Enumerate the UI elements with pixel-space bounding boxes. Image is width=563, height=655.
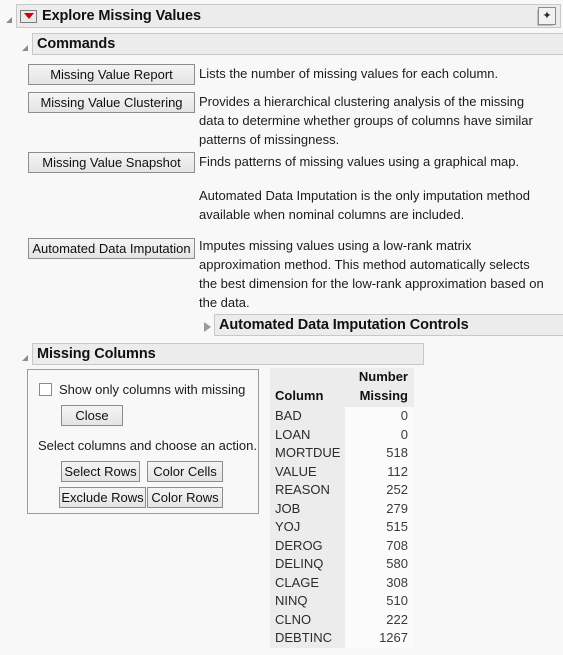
color-cells-button[interactable]: Color Cells [147,461,223,482]
triangle-closed-icon [203,321,211,332]
red-triangle-glyph [23,13,34,19]
cell-number-missing[interactable]: 515 [345,518,414,537]
missing-value-report-button[interactable]: Missing Value Report [28,64,195,85]
number-missing-line1: Number [358,369,408,384]
missing-value-report-description: Lists the number of missing values for e… [199,66,499,81]
action-hint-text: Select columns and choose an action. [38,438,257,453]
show-only-missing-checkbox[interactable] [39,383,52,396]
table-row[interactable]: REASON 252 [270,481,414,500]
cell-number-missing[interactable]: 518 [345,444,414,463]
red-triangle-menu-icon[interactable] [20,9,37,23]
cell-number-missing[interactable]: 708 [345,536,414,555]
cell-number-missing[interactable]: 1267 [345,629,414,648]
cell-number-missing[interactable]: 510 [345,592,414,611]
table-body: BAD 0 LOAN 0 MORTDUE 518 VALUE 112 REASON 252 JOB 2… [270,407,414,648]
cell-column-name[interactable]: YOJ [270,518,346,537]
missing-value-snapshot-button[interactable]: Missing Value Snapshot [28,152,195,173]
missing-columns-control-panel: Show only columns with missing Close Sel… [27,369,259,514]
cell-column-name[interactable]: VALUE [270,462,346,481]
table-row[interactable]: BAD 0 [270,407,414,426]
cell-column-name[interactable]: CLNO [270,610,346,629]
table-row[interactable]: CLNO 222 [270,610,414,629]
missing-value-clustering-button[interactable]: Missing Value Clustering [28,92,195,113]
automated-data-imputation-description: Imputes missing values using a low-rank … [199,238,544,310]
window-disclosure-triangle[interactable] [2,9,16,24]
window-title-row: Explore Missing Values ✦ [2,4,561,28]
column-header-column[interactable]: Column [270,368,346,407]
table-row[interactable]: DEROG 708 [270,536,414,555]
cell-number-missing[interactable]: 279 [345,499,414,518]
adi-controls-section-bar[interactable]: Automated Data Imputation Controls [214,314,563,336]
cell-column-name[interactable]: MORTDUE [270,444,346,463]
table-header-row: Column Number Missing [270,368,414,407]
table-row[interactable]: JOB 279 [270,499,414,518]
cell-column-name[interactable]: LOAN [270,425,346,444]
table-row[interactable]: LOAN 0 [270,425,414,444]
column-header-number-missing[interactable]: Number Missing [345,368,414,407]
table-row[interactable]: DEBTINC 1267 [270,629,414,648]
table-row[interactable]: VALUE 112 [270,462,414,481]
missing-columns-section-title: Missing Columns [37,346,156,362]
missing-columns-section-bar: Missing Columns [32,343,424,365]
cell-column-name[interactable]: JOB [270,499,346,518]
table-row[interactable]: NINQ 510 [270,592,414,611]
adi-controls-disclosure-triangle[interactable] [200,318,214,333]
select-rows-button[interactable]: Select Rows [61,461,140,482]
cell-column-name[interactable]: DEBTINC [270,629,346,648]
table-row[interactable]: DELINQ 580 [270,555,414,574]
cell-number-missing[interactable]: 0 [345,407,414,426]
cell-number-missing[interactable]: 0 [345,425,414,444]
window-title-left-group: Explore Missing Values [20,8,201,24]
adi-controls-header-row: Automated Data Imputation Controls [200,314,563,336]
adi-controls-section-title: Automated Data Imputation Controls [219,317,469,333]
missing-value-clustering-description: Provides a hierarchical clustering analy… [199,94,533,147]
number-missing-line2: Missing [359,387,408,403]
cell-column-name[interactable]: NINQ [270,592,346,611]
show-only-missing-checkbox-row[interactable]: Show only columns with missing [39,382,245,397]
star-glyph: ✦ [542,9,552,22]
cell-number-missing[interactable]: 112 [345,462,414,481]
missing-columns-section-header-row: Missing Columns [18,343,424,365]
triangle-open-icon [6,16,12,23]
cell-number-missing[interactable]: 308 [345,573,414,592]
triangle-open-icon [22,44,28,51]
cell-column-name[interactable]: DELINQ [270,555,346,574]
imputation-note-text: Automated Data Imputation is the only im… [199,188,530,222]
window-title-bar: Explore Missing Values ✦ [16,4,561,28]
missing-value-snapshot-description: Finds patterns of missing values using a… [199,154,520,169]
triangle-open-icon [22,354,28,361]
show-only-missing-label: Show only columns with missing [59,382,246,397]
cell-column-name[interactable]: REASON [270,481,346,500]
table-row[interactable]: YOJ 515 [270,518,414,537]
cell-column-name[interactable]: BAD [270,407,346,426]
commands-section-title: Commands [37,36,116,52]
commands-disclosure-triangle[interactable] [18,37,32,52]
commands-section-bar: Commands [32,33,563,55]
cell-number-missing[interactable]: 252 [345,481,414,500]
cell-column-name[interactable]: CLAGE [270,573,346,592]
color-rows-button[interactable]: Color Rows [147,487,223,508]
close-button[interactable]: Close [61,405,123,426]
cell-column-name[interactable]: DEROG [270,536,346,555]
automated-data-imputation-button[interactable]: Automated Data Imputation [28,238,195,259]
page-title: Explore Missing Values [42,8,201,24]
missing-columns-disclosure-triangle[interactable] [18,347,32,362]
cell-number-missing[interactable]: 222 [345,610,414,629]
missing-columns-table: Column Number Missing BAD 0 LOAN 0 MORTDUE 51… [270,368,414,648]
table-head: Column Number Missing [270,368,414,407]
star-button-icon[interactable]: ✦ [538,7,556,25]
commands-section-header-row: Commands [18,33,563,55]
exclude-rows-button[interactable]: Exclude Rows [59,487,146,508]
table-row[interactable]: CLAGE 308 [270,573,414,592]
table-row[interactable]: MORTDUE 518 [270,444,414,463]
cell-number-missing[interactable]: 580 [345,555,414,574]
